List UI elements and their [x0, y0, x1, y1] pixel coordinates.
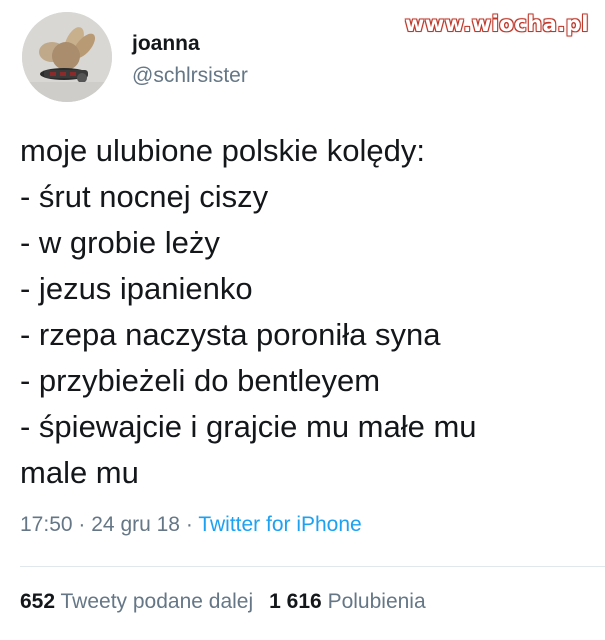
tweet-meta: 17:50 · 24 gru 18 · Twitter for iPhone: [20, 512, 362, 538]
meta-separator: ·: [185, 513, 193, 536]
tweet-stats: 652 Tweety podane dalej 1 616 Polubienia: [20, 589, 426, 615]
avatar-image: [22, 12, 112, 102]
meta-separator: ·: [78, 513, 86, 536]
likes-label: Polubienia: [327, 590, 426, 613]
tweet-time[interactable]: 17:50: [20, 513, 73, 536]
retweets-label: Tweety podane dalej: [60, 590, 254, 613]
tweet-line: - przybieżeli do bentleyem: [20, 363, 381, 398]
tweet-line: - jezus ipanienko: [20, 271, 253, 306]
site-watermark: www.wiocha.pl: [404, 12, 589, 36]
retweets-count: 652: [20, 590, 56, 613]
tweet-line: - rzepa naczysta poroniła syna: [20, 317, 441, 352]
tweet-line: - śpiewajcie i grajcie mu małe mu: [20, 409, 477, 444]
tweet-line: male mu: [20, 455, 139, 490]
tweet-date[interactable]: 24 gru 18: [91, 513, 180, 536]
avatar[interactable]: [22, 12, 112, 102]
tweet-line: - śrut nocnej ciszy: [20, 179, 269, 214]
user-display-name[interactable]: joanna: [132, 32, 200, 56]
likes-count: 1 616: [269, 590, 322, 613]
likes-stat[interactable]: 1 616 Polubienia: [269, 590, 426, 613]
tweet-text: moje ulubione polskie kolędy: - śrut noc…: [20, 128, 590, 496]
tweet-source-link[interactable]: Twitter for iPhone: [198, 513, 361, 536]
divider: [20, 566, 605, 567]
retweets-stat[interactable]: 652 Tweety podane dalej: [20, 590, 253, 613]
tweet-line: moje ulubione polskie kolędy:: [20, 133, 425, 168]
tweet-line: - w grobie leży: [20, 225, 220, 260]
user-handle[interactable]: @schlrsister: [132, 64, 248, 88]
